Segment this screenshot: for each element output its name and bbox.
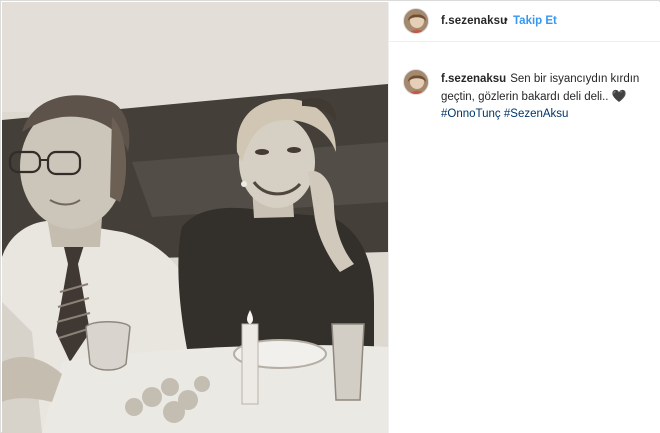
follow-button[interactable]: Takip Et	[513, 15, 557, 27]
post-sidebar: f.sezenaksu • Takip Et f.sezenaksu Sen bi…	[388, 2, 660, 433]
hashtag-link[interactable]: #SezenAksu	[504, 108, 569, 120]
hashtag-link[interactable]: #OnnoTunç	[441, 108, 501, 120]
vintage-photo-illustration	[2, 2, 388, 433]
header-separator: •	[504, 14, 508, 26]
post-header: f.sezenaksu • Takip Et	[389, 2, 660, 42]
caption-avatar[interactable]	[403, 69, 429, 95]
avatar-image	[404, 9, 428, 33]
caption-text-block: f.sezenaksu Sen bir isyancıydın kırdın ge…	[441, 71, 641, 123]
black-heart-icon: 🖤	[611, 89, 627, 103]
profile-avatar[interactable]	[403, 8, 429, 34]
post-photo[interactable]	[2, 2, 388, 433]
caption-username[interactable]: f.sezenaksu	[441, 73, 506, 85]
avatar-image	[404, 70, 428, 94]
instagram-post: f.sezenaksu • Takip Et f.sezenaksu Sen bi…	[0, 0, 660, 433]
post-author-username[interactable]: f.sezenaksu	[441, 15, 507, 27]
